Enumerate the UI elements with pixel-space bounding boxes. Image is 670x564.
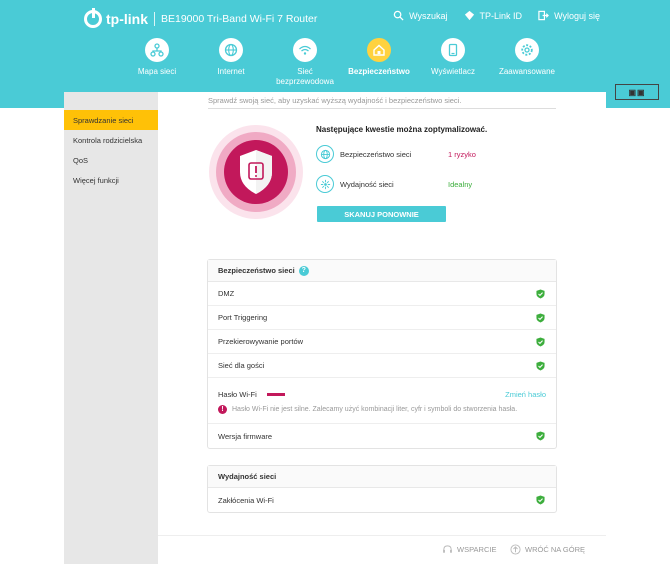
nav-label: Zaawansowane [498, 67, 556, 76]
check-row-label: Sieć dla gości [218, 361, 265, 370]
headset-icon [443, 545, 452, 553]
summary-security: Bezpieczeństwo sieci 1 ryzyko [316, 143, 496, 165]
topbar: tp-link BE19000 Tri-Band Wi-Fi 7 Router [84, 8, 317, 30]
check-row-wifi-interference: Zakłócenia Wi-Fi [208, 488, 556, 512]
security-status-graphic [208, 124, 304, 220]
nav-network-map[interactable]: Mapa sieci [120, 38, 194, 87]
shield-check-icon [536, 431, 545, 441]
nav-label: Bezpieczeństwo [348, 67, 410, 76]
summary-performance-label: Wydajność sieci [340, 179, 394, 189]
summary-performance: Wydajność sieci Idealny [316, 173, 496, 195]
check-row-label: Port Triggering [218, 313, 268, 322]
sidebar-item-qos[interactable]: QoS [64, 150, 158, 170]
change-password-link[interactable]: Zmień hasło [505, 390, 546, 399]
nav-label: Sieć bezprzewodowa [276, 67, 334, 86]
summary-performance-value: Idealny [448, 179, 473, 189]
wifi-icon [293, 38, 317, 62]
globe-icon [316, 145, 334, 163]
main-content: Sprawdź swoją sieć, aby uzyskać wyższą w… [158, 92, 606, 564]
password-warning-text: Hasło Wi-Fi nie jest silne. Zalecamy uży… [232, 406, 518, 413]
logout-label: Wyloguj się [554, 10, 600, 21]
tplink-id-link[interactable]: TP-Link ID [464, 10, 523, 21]
security-card-title: Bezpieczeństwo sieci [218, 266, 295, 275]
home-shield-icon [367, 38, 391, 62]
performance-card: Wydajność sieci Zakłócenia Wi-Fi [207, 465, 557, 513]
nav-wireless[interactable]: Sieć bezprzewodowa [268, 38, 342, 87]
security-card-header: Bezpieczeństwo sieci ? [208, 260, 556, 282]
check-row-label: Zakłócenia Wi-Fi [218, 495, 274, 505]
optimize-title: Następujące kwestie można zoptymalizować… [316, 125, 488, 134]
shield-check-icon [536, 495, 545, 505]
summary-security-value: 1 ryzyko [448, 149, 476, 159]
tplink-id-label: TP-Link ID [479, 10, 523, 21]
shield-check-icon [536, 289, 545, 298]
warning-icon: ! [218, 405, 227, 414]
check-row-wifi-password: Hasło Wi-Fi Zmień hasło ! Hasło Wi-Fi ni… [208, 378, 556, 424]
display-icon [441, 38, 465, 62]
search-link[interactable]: Wyszukaj [393, 10, 448, 21]
footer: WSPARCIE WRÓĆ NA GÓRĘ [158, 535, 606, 564]
sidebar-item-network-check[interactable]: Sprawdzanie sieci [64, 110, 158, 130]
nav-label: Mapa sieci [137, 67, 177, 76]
support-link[interactable]: WSPARCIE [442, 544, 496, 555]
check-row-port-forwarding: Przekierowywanie portów [208, 330, 556, 354]
shield-check-icon [536, 313, 545, 322]
network-map-icon [145, 38, 169, 62]
password-row-top: Hasło Wi-Fi Zmień hasło [218, 387, 546, 401]
search-icon [393, 10, 404, 21]
user-icon [464, 10, 474, 21]
shield-warning-icon [209, 125, 303, 219]
nav-internet[interactable]: Internet [194, 38, 268, 87]
tplink-logo-icon [84, 8, 102, 28]
nav-label: Internet [217, 67, 245, 76]
intro-text: Sprawdź swoją sieć, aby uzyskać wyższą w… [208, 96, 462, 105]
check-row-dmz: DMZ [208, 282, 556, 306]
globe-icon [219, 38, 243, 62]
brand-logo[interactable]: tp-link [84, 8, 148, 28]
arrow-up-icon [510, 544, 521, 555]
brand-name: tp-link [106, 11, 148, 27]
performance-card-title: Wydajność sieci [218, 472, 277, 481]
password-label: Hasło Wi-Fi [218, 389, 257, 399]
performance-card-header: Wydajność sieci [208, 466, 556, 488]
gear-icon [515, 38, 539, 62]
check-row-label: Przekierowywanie portów [218, 337, 304, 346]
back-to-top-label: WRÓĆ NA GÓRĘ [525, 545, 586, 554]
logout-icon [538, 10, 549, 21]
password-warning: ! Hasło Wi-Fi nie jest silne. Zalecamy u… [218, 405, 517, 414]
watermark-logo: ▣▣ [610, 84, 664, 114]
support-label: WSPARCIE [457, 545, 497, 554]
divider [208, 108, 556, 109]
sidebar-item-parental-control[interactable]: Kontrola rodzicielska [64, 130, 158, 150]
check-row-label: DMZ [218, 289, 235, 298]
summary-security-label: Bezpieczeństwo sieci [340, 149, 412, 159]
help-icon[interactable]: ? [298, 265, 309, 276]
logout-link[interactable]: Wyloguj się [538, 10, 600, 21]
shield-check-icon [536, 361, 545, 370]
nav-advanced[interactable]: Zaawansowane [490, 38, 564, 87]
search-label: Wyszukaj [409, 10, 448, 21]
sidebar-item-more[interactable]: Więcej funkcji [64, 170, 158, 190]
check-row-port-triggering: Port Triggering [208, 306, 556, 330]
nav-display[interactable]: Wyświetlacz [416, 38, 490, 87]
check-row-firmware: Wersja firmware [208, 424, 556, 448]
security-card: Bezpieczeństwo sieci ? DMZ Port Triggeri… [207, 259, 557, 449]
nav-label: Wyświetlacz [431, 67, 475, 76]
main-nav: Mapa sieci Internet Sieć bezprzewodowa B… [120, 38, 564, 99]
rescan-button[interactable]: SKANUJ PONOWNIE [317, 206, 446, 222]
divider [154, 12, 155, 26]
performance-icon [316, 175, 334, 193]
watermark-mark: ▣▣ [615, 84, 659, 100]
model-name: BE19000 Tri-Band Wi-Fi 7 Router [161, 13, 318, 25]
back-to-top-link[interactable]: WRÓĆ NA GÓRĘ [510, 544, 585, 555]
check-row-label: Wersja firmware [218, 431, 273, 441]
check-row-guest-network: Sieć dla gości [208, 354, 556, 378]
nav-security[interactable]: Bezpieczeństwo [342, 38, 416, 99]
sidebar: Sprawdzanie sieci Kontrola rodzicielska … [64, 92, 158, 564]
password-strength-bar [266, 392, 285, 396]
header-links: Wyszukaj TP-Link ID Wyloguj się [393, 10, 600, 21]
shield-check-icon [536, 337, 545, 346]
